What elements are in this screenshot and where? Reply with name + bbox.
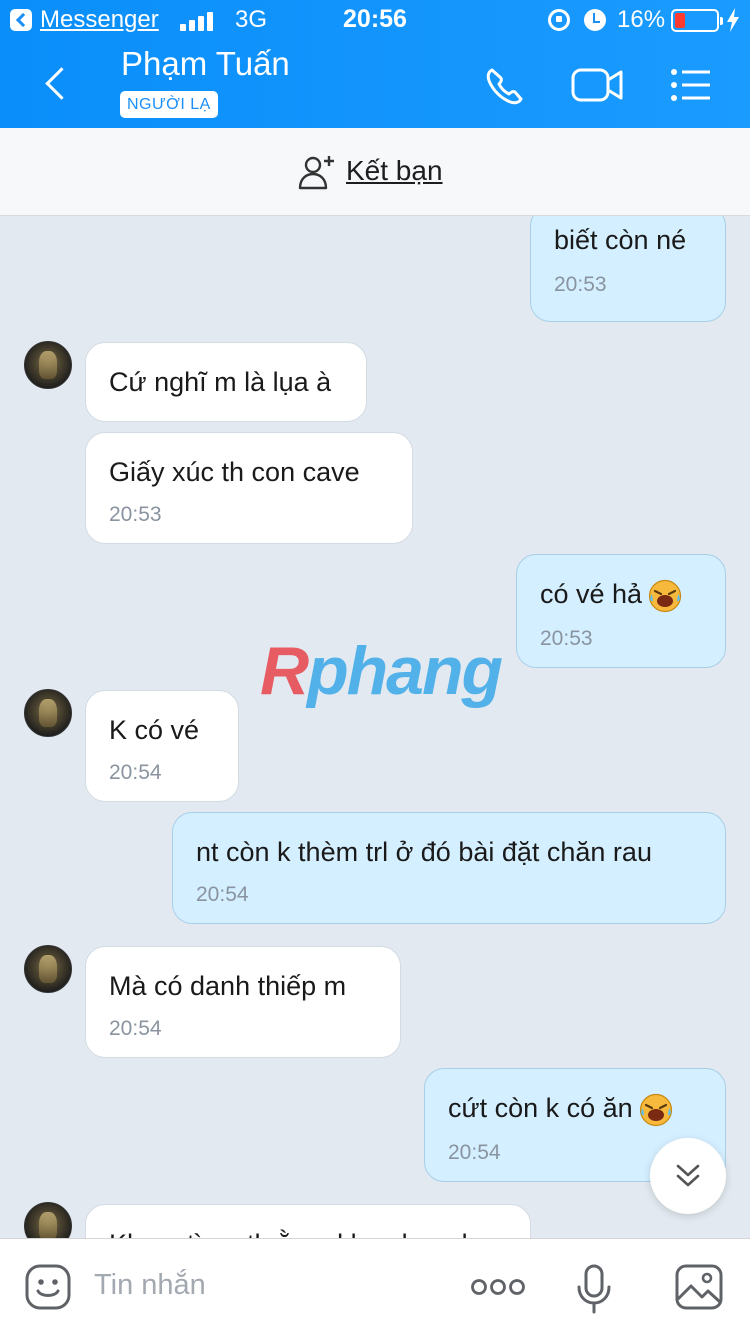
image-gallery-icon[interactable] [674, 1263, 724, 1311]
message-bubble-outgoing[interactable]: có vé hả 20:53 [516, 554, 726, 668]
message-text: Mà có danh thiếp m [109, 971, 347, 1001]
message-bubble-outgoing[interactable]: biết còn né 20:53 [530, 216, 726, 322]
message-text: nt còn k thèm trl ở đó bài đặt chăn rau [196, 837, 652, 867]
battery-icon [671, 9, 723, 32]
menu-list-icon[interactable] [664, 60, 720, 110]
top-bar: Messenger 3G 20:56 16% Phạm Tuấn NGƯỜI L… [0, 0, 750, 128]
avatar[interactable] [24, 945, 72, 993]
video-call-icon[interactable] [570, 60, 626, 110]
watermark-logo: Rphang [260, 632, 503, 710]
message-text-content: có vé hả [540, 579, 643, 610]
message-time: 20:54 [196, 883, 249, 906]
back-button[interactable] [38, 60, 78, 108]
alarm-icon [584, 9, 606, 31]
message-text: cứt còn k có ăn [448, 1093, 673, 1127]
stranger-badge: NGƯỜI LẠ [120, 91, 218, 118]
rotation-lock-icon [548, 9, 570, 31]
add-friend-button[interactable]: Kết bạn [346, 155, 443, 187]
message-input-bar: Tin nhắn [0, 1238, 750, 1334]
message-text: biết còn né [554, 225, 687, 255]
avatar[interactable] [24, 689, 72, 737]
message-text: Cứ nghĩ m là lụa à [109, 367, 332, 397]
message-time: 20:54 [448, 1141, 501, 1164]
laughing-crying-emoji-icon [639, 1093, 672, 1127]
double-chevron-down-icon [676, 1164, 700, 1187]
add-friend-icon[interactable] [298, 154, 336, 190]
battery-percent: 16% [617, 6, 666, 33]
watermark-first: R [260, 633, 309, 709]
message-text: Giấy xúc th con cave [109, 457, 360, 487]
chat-area[interactable]: biết còn né 20:53 Cứ nghĩ m là lụa à Giấ… [0, 216, 750, 1238]
watermark-rest: phang [307, 633, 503, 709]
laughing-crying-emoji-icon [648, 579, 682, 613]
message-time: 20:53 [540, 627, 593, 650]
avatar[interactable] [24, 341, 72, 389]
avatar[interactable] [24, 1202, 72, 1238]
more-options-icon[interactable] [470, 1273, 526, 1301]
message-input[interactable]: Tin nhắn [94, 1269, 206, 1302]
charging-icon [727, 8, 739, 32]
message-bubble-incoming[interactable]: K có vé 20:54 [85, 690, 239, 802]
phone-icon[interactable] [478, 60, 534, 110]
message-bubble-incoming[interactable]: Cứ nghĩ m là lụa à [85, 342, 367, 422]
scroll-to-bottom-button[interactable] [650, 1138, 726, 1214]
message-time: 20:54 [109, 761, 162, 784]
message-bubble-outgoing[interactable]: nt còn k thèm trl ở đó bài đặt chăn rau … [172, 812, 726, 924]
message-time: 20:54 [109, 1017, 162, 1040]
message-text: K có vé [109, 715, 200, 745]
message-time: 20:53 [554, 273, 607, 296]
microphone-icon[interactable] [574, 1263, 614, 1315]
sticker-icon[interactable] [24, 1263, 72, 1311]
status-bar: Messenger 3G 20:56 16% [0, 0, 750, 40]
message-time: 20:53 [109, 503, 162, 526]
message-bubble-incoming[interactable]: Giấy xúc th con cave 20:53 [85, 432, 413, 544]
message-text: Kh..... tì..... th ằ..... kl..... b.....… [109, 1229, 514, 1238]
message-text: có vé hả [540, 579, 682, 613]
contact-name[interactable]: Phạm Tuấn [121, 45, 290, 83]
message-bubble-incoming[interactable]: Mà có danh thiếp m 20:54 [85, 946, 401, 1058]
message-text-content: cứt còn k có ăn [448, 1093, 633, 1124]
message-bubble-incoming[interactable]: Kh..... tì..... th ằ..... kl..... b.....… [85, 1204, 531, 1238]
